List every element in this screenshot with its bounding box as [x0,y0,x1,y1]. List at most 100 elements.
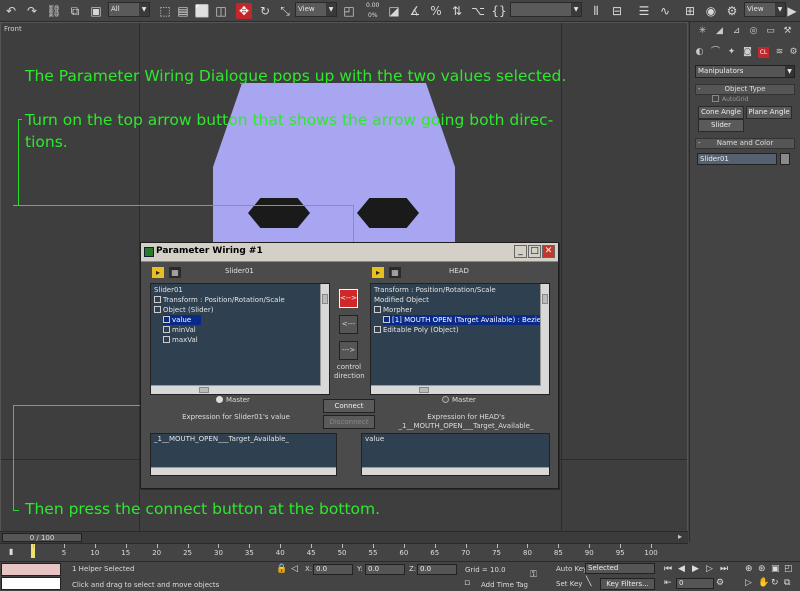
undo-icon[interactable]: ↶ [3,3,19,19]
horizontal-scrollbar[interactable] [362,467,549,475]
orbit-icon[interactable]: ↻ [771,578,779,589]
field-of-view-icon[interactable]: ▷ [745,578,752,589]
disconnect-button[interactable]: Disconnect [323,415,375,429]
bind-space-warp-icon[interactable]: ▣ [88,3,104,19]
schematic-view-icon[interactable]: ⊞ [682,3,698,19]
right-arrow-button[interactable]: ---> [339,341,358,360]
tree-item[interactable]: Object (Slider) [154,305,213,315]
set-key-button[interactable]: Set Key [556,580,582,588]
minimize-button[interactable]: _ [514,245,527,258]
cameras-icon[interactable]: ◙ [742,47,753,58]
scrollbar-thumb[interactable] [199,387,209,393]
render-setup-icon[interactable]: ⚙ [724,3,740,19]
key-filters-button[interactable]: Key Filters... [600,578,655,590]
auto-key-button[interactable]: Auto Key [556,565,587,573]
pivot-center-icon[interactable]: ◰ [341,3,357,19]
go-to-end-icon[interactable]: ⏭ [720,564,728,575]
tree-filter-icon[interactable]: ▦ [389,267,401,278]
tree-item[interactable]: maxVal [163,335,198,345]
curve-editor-icon[interactable]: ∿ [657,3,673,19]
unlink-icon[interactable]: ⧉ [67,3,83,19]
geometry-icon[interactable]: ◐ [694,47,705,58]
time-tag-icon[interactable]: ▫ [464,578,470,589]
time-slider[interactable]: 0 / 100 ▸ [0,531,688,543]
previous-frame-icon[interactable]: ◀ [678,564,685,575]
object-color-swatch[interactable] [780,153,790,165]
chevron-right-icon[interactable]: ▸ [678,532,682,541]
left-arrow-button[interactable]: <--- [339,315,358,334]
horizontal-scrollbar[interactable] [151,467,336,475]
mini-curve-editor-icon[interactable]: ▮ [9,547,13,556]
z-coordinate-field[interactable]: 0.0 [417,564,457,575]
zoom-icon[interactable]: ⊕ [745,564,753,575]
rotate-icon[interactable]: ↻ [257,3,273,19]
tree-filter-icon[interactable]: ▦ [169,267,181,278]
y-coordinate-field[interactable]: 0.0 [365,564,405,575]
select-object-icon[interactable]: ⬚ [157,3,173,19]
maximize-viewport-icon[interactable]: ⧉ [784,578,790,589]
scale-icon[interactable]: ⤡ [277,3,293,19]
time-slider-knob[interactable]: 0 / 100 [2,533,82,542]
vertical-scrollbar[interactable] [320,284,329,394]
x-coordinate-field[interactable]: 0.0 [313,564,353,575]
maxscript-listener-output[interactable] [1,577,61,590]
select-by-name-icon[interactable]: ▤ [175,3,191,19]
current-frame-field[interactable]: 0 [676,578,714,589]
redo-icon[interactable]: ↷ [24,3,40,19]
systems-icon[interactable]: ⚙ [788,47,799,58]
lights-icon[interactable]: ✦ [726,47,737,58]
key-icon[interactable]: ⚿ [530,570,537,581]
time-configuration-icon[interactable]: ⚙ [716,578,724,589]
pan-icon[interactable]: ✋ [758,578,769,589]
tree-item-selected[interactable]: value [163,315,201,325]
dialog-titlebar[interactable]: Parameter Wiring #1 _ □ ✕ [141,243,558,262]
auto-key-mode-dropdown[interactable]: Selected [585,563,655,574]
name-and-color-rollout[interactable]: - Name and Color [695,138,795,149]
right-expression-textarea[interactable]: value [361,433,550,476]
tree-item[interactable]: Modified Object [374,295,429,305]
absolute-transform-icon[interactable]: ◁ [291,564,298,575]
key-mode-icon[interactable]: ╲ [586,577,591,588]
viewport-label[interactable]: Front [4,25,22,33]
tree-item[interactable]: Editable Poly (Object) [374,325,459,335]
tree-item[interactable]: Transform : Position/Rotation/Scale [374,285,496,295]
percent-snap-icon[interactable]: % [428,3,444,19]
rectangle-selection-icon[interactable]: ⬜ [194,3,210,19]
expand-icon[interactable] [374,306,381,313]
go-to-start-icon[interactable]: ⏮ [664,564,672,575]
window-crossing-icon[interactable]: ◫ [213,3,229,19]
master-left-radio[interactable]: Master [216,396,250,404]
render-view-dropdown[interactable]: View ▼ [744,2,786,17]
layer-manager-icon[interactable]: ☰ [636,3,652,19]
selection-filter-dropdown[interactable]: All ▼ [108,2,150,17]
maximize-button[interactable]: □ [528,245,541,258]
reference-coordinate-dropdown[interactable]: View ▼ [295,2,337,17]
helper-category-dropdown[interactable]: Manipulators ▼ [695,65,795,78]
display-tab-icon[interactable]: ▭ [765,26,776,37]
left-expression-textarea[interactable]: _1__MOUTH_OPEN___Target_Available_ [150,433,337,476]
tree-item[interactable]: Slider01 [154,285,183,295]
bidirectional-arrow-button[interactable]: <--> [339,289,358,308]
close-button[interactable]: ✕ [542,245,555,258]
expand-icon[interactable] [374,326,381,333]
plane-angle-button[interactable]: Plane Angle [746,106,792,119]
snap-toggle-icon[interactable]: ◪ [386,3,402,19]
link-icon[interactable]: ⛓ [46,3,62,19]
expand-icon[interactable] [154,296,161,303]
tree-item-selected[interactable]: [1] MOUTH OPEN (Target Available) : Bezi… [383,315,549,325]
connect-button[interactable]: Connect [323,399,375,413]
horizontal-scrollbar[interactable] [151,385,321,394]
material-editor-icon[interactable]: ◉ [703,3,719,19]
next-frame-icon[interactable]: ▷ [706,564,713,575]
autogrid-checkbox[interactable]: AutoGrid [712,95,749,103]
object-name-input[interactable]: Slider01 [697,153,777,165]
track-bar[interactable]: ▮ 5 10 15 20 25 30 35 40 45 50 55 60 65 70 75 80 85 90 95 1… [0,543,688,561]
named-selection-dropdown[interactable]: ▼ [510,2,582,17]
cone-angle-button[interactable]: Cone Angle [698,106,744,119]
zoom-extents-icon[interactable]: ▣ [771,564,780,575]
tree-item[interactable]: Transform : Position/Rotation/Scale [154,295,285,305]
motion-tab-icon[interactable]: ◎ [748,26,759,37]
slider-button[interactable]: Slider [698,119,744,132]
modify-tab-icon[interactable]: ◢ [714,26,725,37]
utilities-tab-icon[interactable]: ⚒ [782,26,793,37]
